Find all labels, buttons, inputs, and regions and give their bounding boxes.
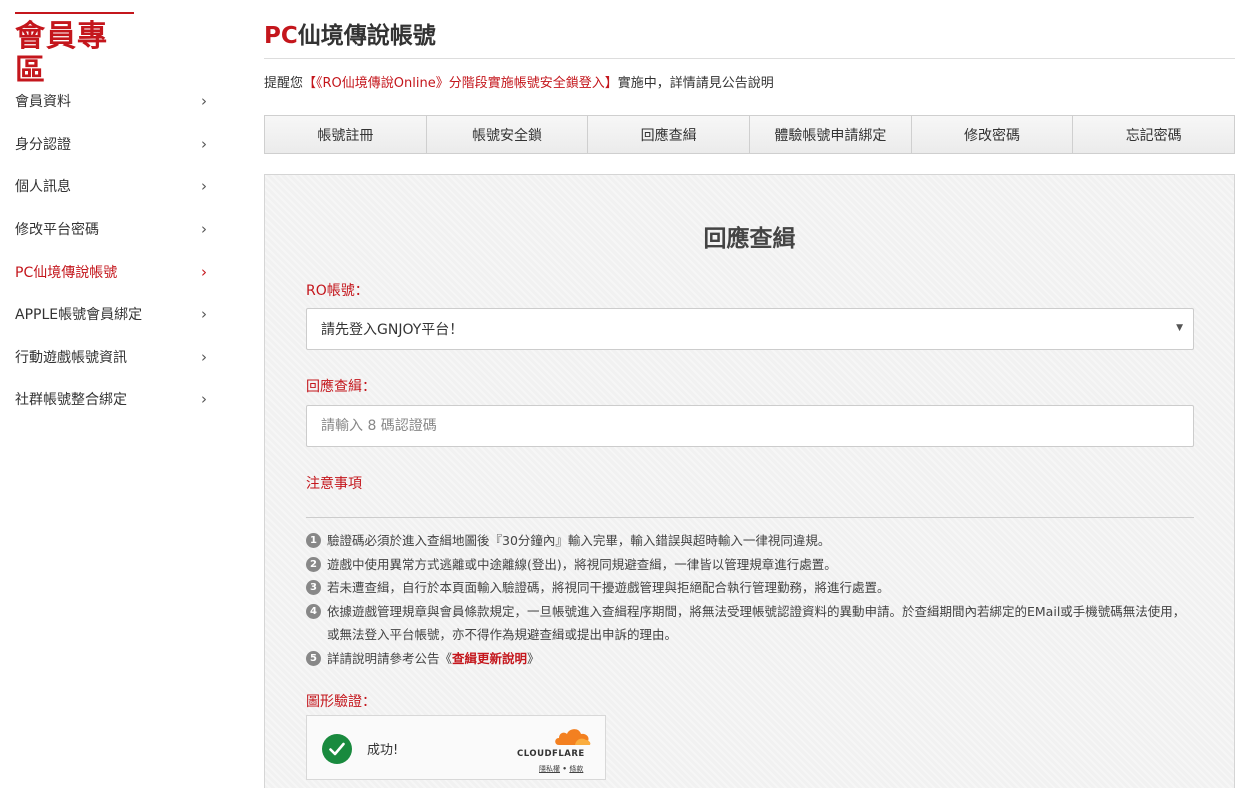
chevron-right-icon: › <box>201 305 207 324</box>
note-text: 驗證碼必須於進入查緝地圖後『30分鐘內』輸入完畢，輸入錯誤與超時輸入一律視同違規… <box>327 533 831 548</box>
notes-divider <box>306 517 1194 518</box>
sidebar-item-change-platform-password[interactable]: 修改平台密碼 › <box>15 208 215 251</box>
note-text: 》 <box>527 650 540 666</box>
number-badge-icon: 2 <box>306 556 321 572</box>
code-label: 回應查緝： <box>306 379 376 395</box>
sidebar-item-mobile-game-accounts[interactable]: 行動遊戲帳號資訊 › <box>15 336 215 379</box>
chevron-right-icon: › <box>201 92 207 111</box>
update-notice-link[interactable]: 查緝更新說明 <box>452 651 527 666</box>
cloudflare-wordmark: CLOUDFLARE <box>517 749 585 759</box>
note-text: 詳請說明請參考公告《 <box>327 650 453 666</box>
list-item: 5 詳請說明請參考公告《查緝更新說明》 <box>306 647 1194 671</box>
terms-link[interactable]: 條款 <box>569 765 583 773</box>
panel-title: 回應查緝 <box>703 226 796 252</box>
note-text: 若未遭查緝，自行於本頁面輸入驗證碼，將視同干擾遊戲管理與拒絕配合執行管理勤務，將… <box>327 580 890 595</box>
page-title: PC仙境傳說帳號 <box>264 16 436 50</box>
sidebar-item-social-binding[interactable]: 社群帳號整合綁定 › <box>15 378 215 421</box>
number-badge-icon: 4 <box>306 603 321 619</box>
captcha-label: 圖形驗證： <box>306 694 376 710</box>
page-title-rest: 仙境傳說帳號 <box>297 23 436 49</box>
tab-change-password[interactable]: 修改密碼 <box>910 115 1074 154</box>
brand-title: 會員專區 <box>15 19 108 88</box>
tab-trial-account-binding[interactable]: 體驗帳號申請綁定 <box>749 115 912 154</box>
sidebar-item-label: 修改平台密碼 <box>15 222 99 239</box>
list-item: 3 若未遭查緝，自行於本頁面輸入驗證碼，將視同干擾遊戲管理與拒絕配合執行管理勤務，… <box>306 576 1194 600</box>
sidebar-item-apple-binding[interactable]: APPLE帳號會員綁定 › <box>15 293 215 336</box>
tab-account-register[interactable]: 帳號註冊 <box>264 115 427 154</box>
account-select[interactable]: 請先登入GNJOY平台！ ▼ <box>306 308 1194 350</box>
sidebar-item-label: 行動遊戲帳號資訊 <box>15 349 127 366</box>
sidebar-item-label: 社群帳號整合綁定 <box>15 392 127 409</box>
captcha-widget[interactable]: 成功! CLOUDFLARE 隱私權 • 條款 <box>306 715 606 780</box>
brand-rule <box>15 12 134 14</box>
notice-prefix: 提醒您 <box>264 76 304 91</box>
sidebar-item-label: APPLE帳號會員綁定 <box>15 307 143 324</box>
sidebar-item-messages[interactable]: 個人訊息 › <box>15 165 215 208</box>
sidebar-item-member-data[interactable]: 會員資料 › <box>15 80 215 123</box>
privacy-link[interactable]: 隱私權 <box>539 765 560 773</box>
check-circle-icon <box>322 734 352 764</box>
verification-code-input[interactable] <box>306 405 1194 447</box>
chevron-right-icon: › <box>201 347 207 366</box>
list-item: 1 驗證碼必須於進入查緝地圖後『30分鐘內』輸入完畢，輸入錯誤與超時輸入一律視同違… <box>306 529 1194 553</box>
chevron-right-icon: › <box>201 134 207 153</box>
sidebar-item-label: 身分認證 <box>15 136 71 153</box>
account-select-value: 請先登入GNJOY平台！ <box>321 322 464 338</box>
chevron-right-icon: › <box>201 177 207 196</box>
notice-suffix: 實施中，詳情請見公告說明 <box>617 76 774 91</box>
tab-forgot-password[interactable]: 忘記密碼 <box>1072 115 1236 154</box>
tab-bar: 帳號註冊 帳號安全鎖 回應查緝 體驗帳號申請綁定 修改密碼 忘記密碼 <box>264 115 1236 154</box>
notes-label: 注意事項 <box>306 476 362 492</box>
notice-bar: 提醒您【《RO仙境傳說Online》分階段實施帳號安全鎖登入】實施中，詳情請見公… <box>264 72 774 91</box>
sidebar-item-pc-ro-account[interactable]: PC仙境傳說帳號 › <box>15 250 215 293</box>
chevron-right-icon: › <box>201 390 207 409</box>
caret-down-icon: ▼ <box>1176 323 1183 333</box>
list-item: 4 依據遊戲管理規章與會員條款規定，一旦帳號進入查緝程序期間，將無法受理帳號認證資… <box>306 600 1194 647</box>
note-text: 遊戲中使用異常方式逃離或中途離線(登出)，將視同規避查緝，一律皆以管理規章進行處… <box>327 556 837 572</box>
captcha-links: 隱私權 • 條款 <box>539 764 583 774</box>
cloudflare-cloud-icon <box>555 729 591 745</box>
number-badge-icon: 5 <box>306 650 321 666</box>
chevron-right-icon: › <box>201 220 207 239</box>
notes-list: 1 驗證碼必須於進入查緝地圖後『30分鐘內』輸入完畢，輸入錯誤與超時輸入一律視同違… <box>306 529 1194 670</box>
note-text: 依據遊戲管理規章與會員條款規定，一旦帳號進入查緝程序期間，將無法受理帳號認證資料… <box>327 603 1186 643</box>
sidebar-menu: 會員資料 › 身分認證 › 個人訊息 › 修改平台密碼 › PC仙境傳說帳號 › APPL… <box>15 80 215 421</box>
title-divider <box>264 58 1235 59</box>
link-separator: • <box>560 765 570 773</box>
sidebar-item-identity[interactable]: 身分認證 › <box>15 123 215 166</box>
page-title-prefix: PC <box>264 23 298 49</box>
account-label: RO帳號： <box>306 283 369 299</box>
brand: 會員專區 <box>15 12 134 88</box>
chevron-right-icon: › <box>201 262 207 281</box>
tab-inspection-response[interactable]: 回應查緝 <box>587 115 751 154</box>
notice-link[interactable]: 【《RO仙境傳說Online》分階段實施帳號安全鎖登入】 <box>303 76 618 91</box>
sidebar-item-label: 會員資料 <box>15 94 71 111</box>
number-badge-icon: 1 <box>306 533 321 548</box>
list-item: 2 遊戲中使用異常方式逃離或中途離線(登出)，將視同規避查緝，一律皆以管理規章進行… <box>306 553 1194 577</box>
captcha-status: 成功! <box>367 743 399 758</box>
number-badge-icon: 3 <box>306 580 321 595</box>
sidebar-item-label: PC仙境傳說帳號 <box>15 264 118 281</box>
sidebar-item-label: 個人訊息 <box>15 179 71 196</box>
tab-account-lock[interactable]: 帳號安全鎖 <box>425 115 589 154</box>
form-panel: 回應查緝 RO帳號： 請先登入GNJOY平台！ ▼ 回應查緝： 注意事項 1 驗證… <box>264 174 1235 788</box>
